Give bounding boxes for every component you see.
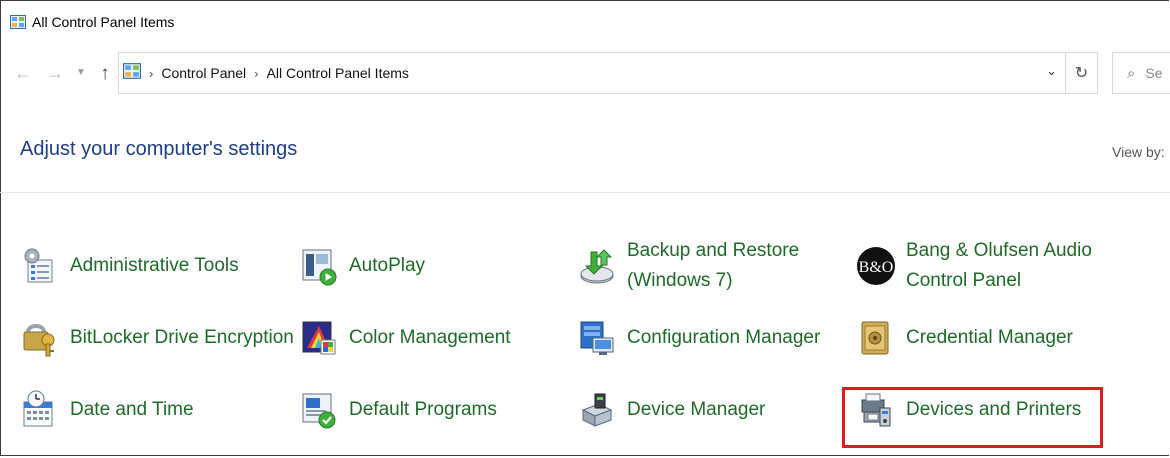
bitlocker-key-icon [20, 318, 60, 358]
item-autoplay[interactable]: AutoPlay [299, 246, 425, 286]
control-panel-icon [10, 15, 26, 29]
search-input[interactable]: ⌕ Se [1112, 52, 1170, 94]
item-label: Devices and Printers [906, 399, 1082, 420]
device-manager-icon [577, 390, 617, 430]
address-bar[interactable]: › Control Panel › All Control Panel Item… [118, 52, 1066, 94]
search-placeholder: Se [1145, 65, 1163, 81]
header-divider [0, 192, 1170, 193]
item-label-group: Bang & Olufsen Audio Control Panel [906, 236, 1092, 296]
title-bar: All Control Panel Items [0, 0, 1170, 44]
item-label: Color Management [349, 327, 511, 348]
item-credential-manager[interactable]: Credential Manager [856, 318, 1073, 358]
item-label-line: Backup and Restore [627, 240, 800, 261]
search-icon: ⌕ [1127, 64, 1136, 82]
admin-tools-icon [20, 246, 60, 286]
item-label: BitLocker Drive Encryption [70, 327, 294, 348]
item-label: Administrative Tools [70, 255, 239, 276]
color-management-icon [299, 318, 339, 358]
item-label-line: Control Panel [906, 270, 1022, 291]
item-label: Default Programs [349, 399, 497, 420]
credential-manager-icon [856, 318, 896, 358]
page-heading: Adjust your computer's settings [20, 138, 298, 160]
configuration-manager-icon [577, 318, 617, 358]
item-label: AutoPlay [349, 255, 426, 276]
item-label: Credential Manager [906, 327, 1073, 348]
window-title: All Control Panel Items [32, 14, 175, 30]
item-bitlocker[interactable]: BitLocker Drive Encryption [20, 318, 294, 358]
item-color-management[interactable]: Color Management [299, 318, 511, 358]
default-programs-icon [299, 390, 339, 430]
item-label-group: Backup and Restore (Windows 7) [627, 236, 799, 296]
item-label: Date and Time [70, 399, 194, 420]
breadcrumb-control-panel[interactable]: Control Panel [161, 65, 246, 81]
item-label-line: Bang & Olufsen Audio [906, 240, 1092, 261]
control-panel-icon [123, 62, 141, 84]
item-devices-and-printers[interactable]: Devices and Printers [856, 390, 1081, 430]
bang-olufsen-logo-text: B&O [859, 259, 894, 276]
forward-arrow-icon[interactable]: → [44, 62, 66, 84]
item-configuration-manager[interactable]: Configuration Manager [577, 318, 820, 358]
refresh-icon: ↻ [1074, 65, 1089, 82]
item-bang-olufsen[interactable]: B&O Bang & Olufsen Audio Control Panel [856, 236, 1092, 296]
refresh-button[interactable]: ↻ [1066, 52, 1098, 94]
item-device-manager[interactable]: Device Manager [577, 390, 765, 430]
breadcrumb-all-items[interactable]: All Control Panel Items [267, 65, 409, 81]
date-time-icon [20, 390, 60, 430]
item-default-programs[interactable]: Default Programs [299, 390, 497, 430]
view-by-label: View by: [1112, 144, 1165, 160]
up-arrow-icon[interactable]: ↑ [94, 62, 116, 84]
devices-printers-icon [856, 390, 896, 430]
item-label: Configuration Manager [627, 327, 821, 348]
address-history-chevron-icon[interactable]: ⌄ [1046, 63, 1057, 79]
bang-olufsen-icon: B&O [856, 246, 896, 286]
item-date-and-time[interactable]: Date and Time [20, 390, 194, 430]
breadcrumb-separator: › [254, 65, 259, 81]
recent-locations-chevron-icon[interactable]: ▼ [70, 62, 92, 84]
item-label-line: (Windows 7) [627, 270, 733, 291]
item-backup-and-restore[interactable]: Backup and Restore (Windows 7) [577, 236, 799, 296]
autoplay-icon [299, 246, 339, 286]
navigation-bar: ← → ▼ ↑ › Control Panel › All Control Pa… [0, 52, 1170, 96]
breadcrumb-separator: › [149, 65, 154, 81]
back-arrow-icon[interactable]: ← [12, 62, 34, 84]
backup-restore-icon [577, 246, 617, 286]
item-label: Device Manager [627, 399, 766, 420]
item-administrative-tools[interactable]: Administrative Tools [20, 246, 239, 286]
